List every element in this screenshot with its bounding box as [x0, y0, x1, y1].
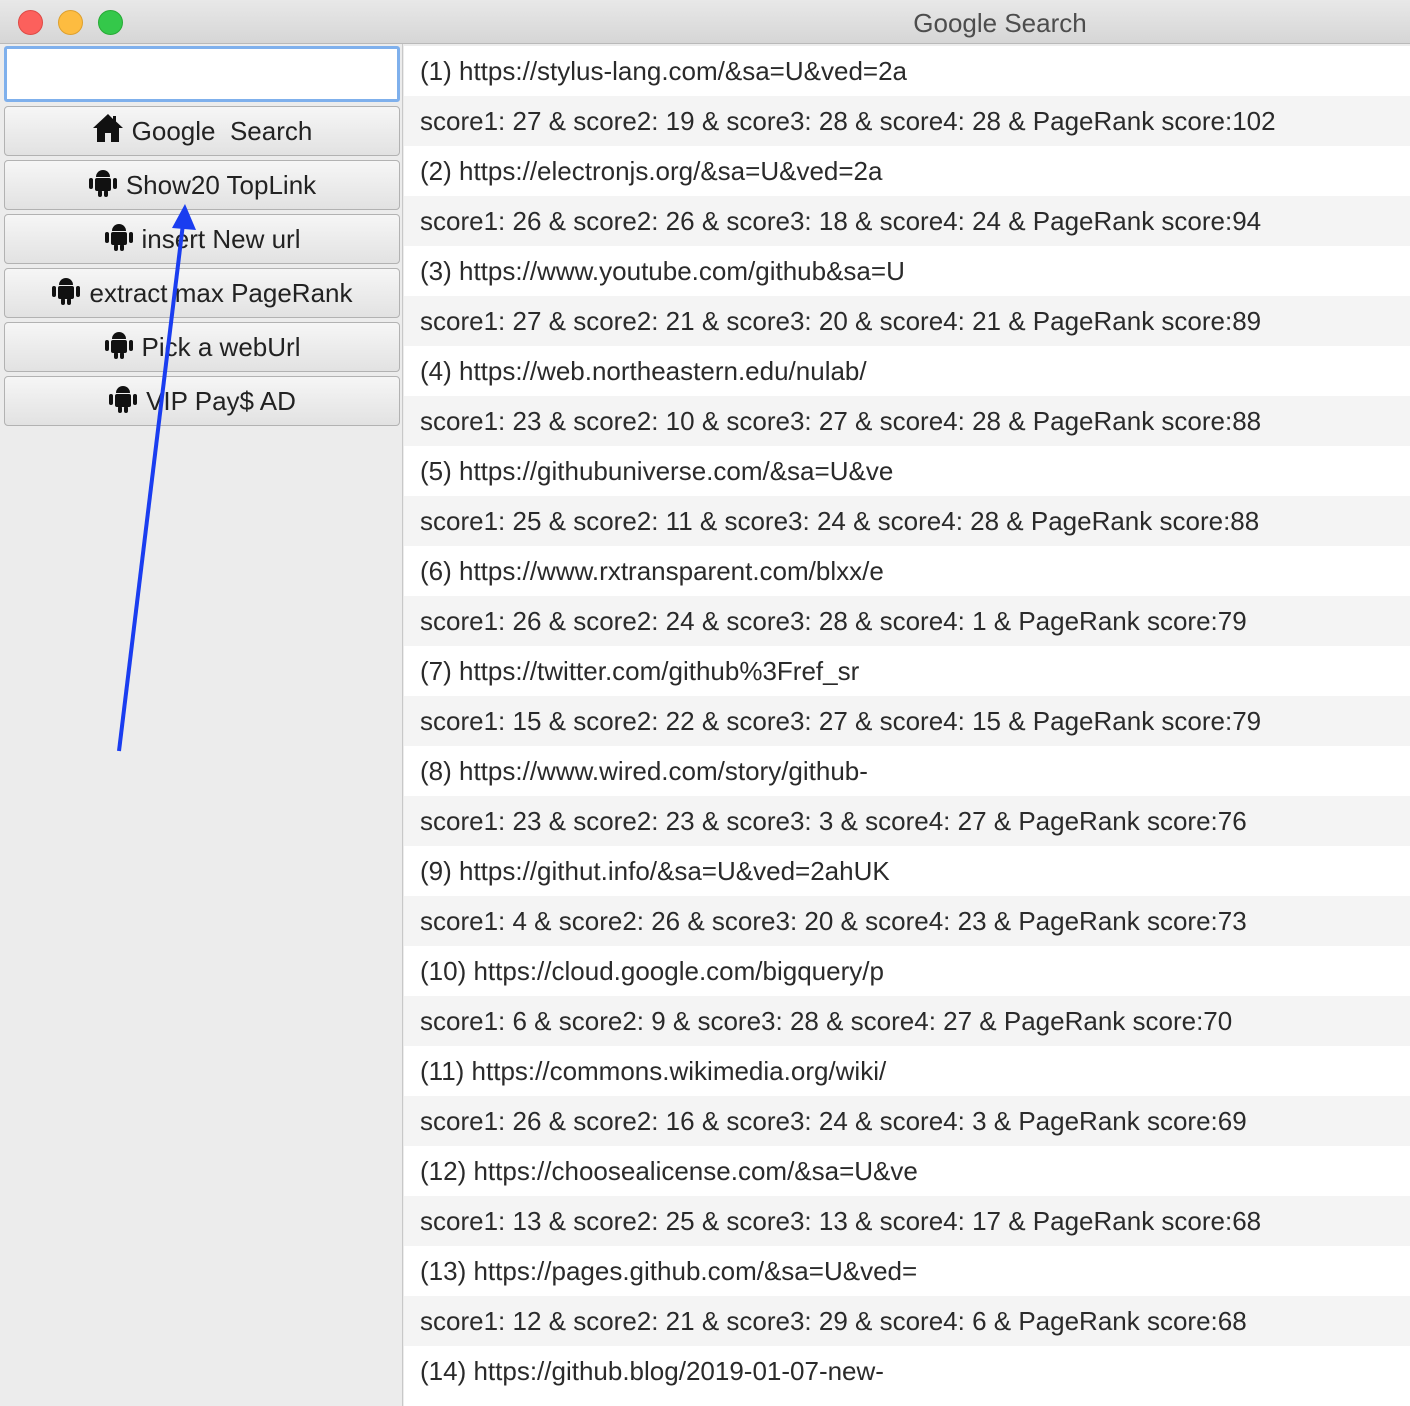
android-icon [104, 328, 134, 367]
result-url-row: (8) https://www.wired.com/story/github- [420, 756, 868, 786]
result-score-row: score1: 27 & score2: 19 & score3: 28 & s… [404, 96, 1410, 146]
result-score-row: score1: 12 & score2: 21 & score3: 29 & s… [404, 1296, 1410, 1346]
result-url-row: (9) https://githut.info/&sa=U&ved=2ahUK [420, 856, 890, 886]
result-score-row: score1: 15 & score2: 22 & score3: 27 & s… [404, 696, 1410, 746]
result-url-row: (11) https://commons.wikimedia.org/wiki/ [420, 1056, 887, 1086]
window-title: Google Search [913, 8, 1087, 38]
result-url-row: (13) https://pages.github.com/&sa=U&ved= [420, 1256, 918, 1286]
google-search-button[interactable]: Google Search [4, 106, 400, 156]
google-search-button-label: Google Search [131, 115, 313, 146]
result-score-row: score1: 23 & score2: 10 & score3: 27 & s… [404, 396, 1410, 446]
insert-new-url-button-label: insert New url [141, 223, 301, 254]
pick-a-weburl-button-label: Pick a webUrl [141, 331, 301, 362]
result-score-row: score1: 26 & score2: 16 & score3: 24 & s… [404, 1096, 1410, 1146]
minimize-window-button[interactable] [58, 10, 83, 35]
title-bar: Google Search [0, 0, 1410, 44]
result-url-row: (14) https://github.blog/2019-01-07-new- [420, 1356, 884, 1386]
result-score-row: score1: 6 & score2: 9 & score3: 28 & sco… [404, 996, 1410, 1046]
android-icon [104, 220, 134, 259]
result-score-row: score1: 4 & score2: 26 & score3: 20 & sc… [404, 896, 1410, 946]
result-url-row: (4) https://web.northeastern.edu/nulab/ [420, 356, 867, 386]
result-url-row: (6) https://www.rxtransparent.com/blxx/e [420, 556, 884, 586]
extract-max-pagerank-button-label: extract max PageRank [89, 277, 353, 308]
result-score-row: score1: 13 & score2: 25 & score3: 13 & s… [404, 1196, 1410, 1246]
vip-pay-ad-button-label: VIP Pay$ AD [146, 385, 296, 416]
result-score-row: score1: 27 & score2: 21 & score3: 20 & s… [404, 296, 1410, 346]
search-input[interactable] [4, 46, 400, 102]
sidebar: Google Search Show20 TopLink insert New … [0, 44, 403, 1406]
result-url-row: (5) https://githubuniverse.com/&sa=U&ve [420, 456, 894, 486]
show20-toplink-button-label: Show20 TopLink [125, 169, 317, 200]
home-icon [92, 113, 124, 150]
result-url-row: (3) https://www.youtube.com/github&sa=U [420, 256, 905, 286]
results-list[interactable]: (1) https://stylus-lang.com/&sa=U&ved=2a… [404, 46, 1410, 1406]
result-url-row: (7) https://twitter.com/github%3Fref_sr [420, 656, 860, 686]
insert-new-url-button[interactable]: insert New url [4, 214, 400, 264]
result-url-row: (10) https://cloud.google.com/bigquery/p [420, 956, 884, 986]
android-icon [88, 166, 118, 205]
maximize-window-button[interactable] [98, 10, 123, 35]
result-score-row: score1: 26 & score2: 26 & score3: 18 & s… [404, 196, 1410, 246]
result-score-row: score1: 26 & score2: 24 & score3: 28 & s… [404, 596, 1410, 646]
result-url-row: (2) https://electronjs.org/&sa=U&ved=2a [420, 156, 883, 186]
result-url-row: (12) https://choosealicense.com/&sa=U&ve [420, 1156, 918, 1186]
result-score-row: score1: 23 & score2: 23 & score3: 3 & sc… [404, 796, 1410, 846]
pick-a-weburl-button[interactable]: Pick a webUrl [4, 322, 400, 372]
show20-toplink-button[interactable]: Show20 TopLink [4, 160, 400, 210]
close-window-button[interactable] [18, 10, 43, 35]
extract-max-pagerank-button[interactable]: extract max PageRank [4, 268, 400, 318]
result-score-row: score1: 25 & score2: 11 & score3: 24 & s… [404, 496, 1410, 546]
app-window: Google Search Google Search Show20 TopLi… [0, 0, 1410, 1406]
vip-pay-ad-button[interactable]: VIP Pay$ AD [4, 376, 400, 426]
android-icon [51, 274, 81, 313]
result-url-row: (1) https://stylus-lang.com/&sa=U&ved=2a [420, 56, 908, 86]
android-icon [108, 382, 138, 421]
